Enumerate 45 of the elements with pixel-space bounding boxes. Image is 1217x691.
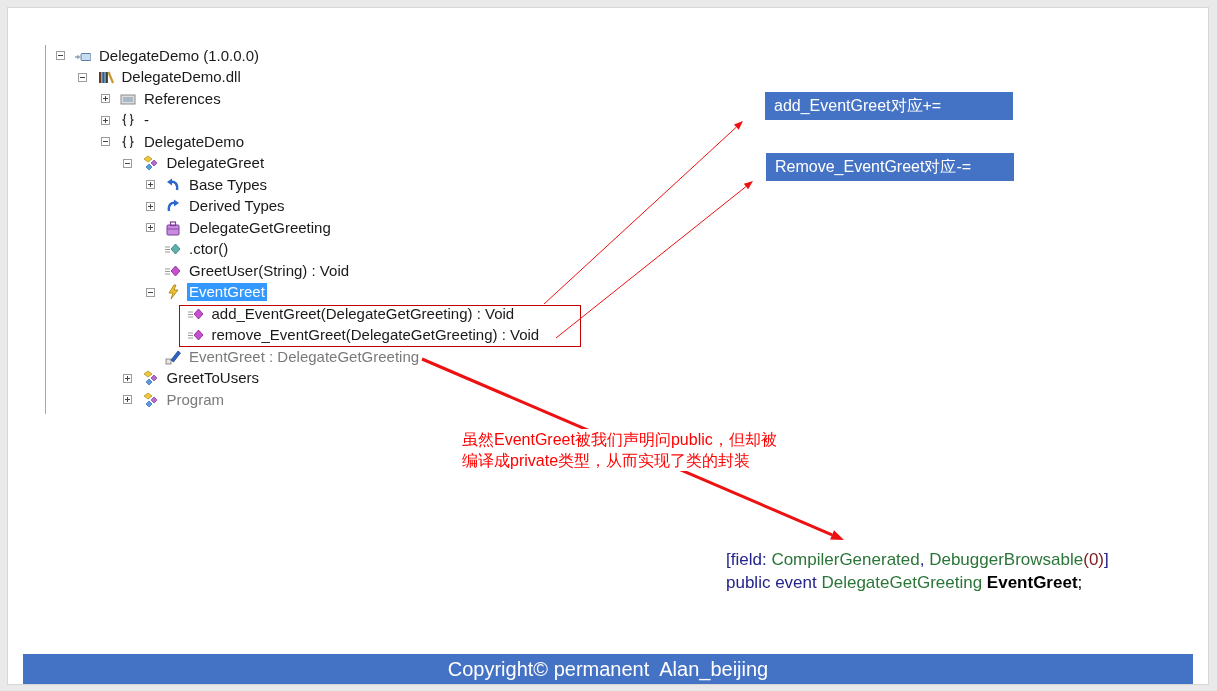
tree-item[interactable]: add_EventGreet(DelegateGetGreeting) : Void — [209, 304, 517, 323]
pencil-icon — [165, 348, 181, 365]
tree-item[interactable]: DelegateDemo.dll — [119, 68, 243, 87]
tree-expander[interactable] — [123, 373, 132, 383]
tree-item[interactable]: Program — [164, 390, 227, 409]
curved-arrow-icon — [165, 176, 181, 193]
annotation-text: 虽然EventGreet被我们声明问public，但却被 — [462, 429, 777, 450]
tree-item[interactable]: remove_EventGreet(DelegateGetGreeting) : Void — [209, 326, 542, 345]
tree-expander[interactable] — [100, 115, 110, 125]
class-icon — [142, 155, 159, 172]
code-line: [field: CompilerGenerated, DebuggerBrowsable(0)] — [726, 549, 1109, 571]
tree-item[interactable]: Derived Types — [187, 197, 287, 216]
tree-item[interactable]: GreetToUsers — [164, 369, 262, 388]
tree-item[interactable]: DelegateDemo — [142, 132, 247, 151]
tree-expander[interactable] — [123, 158, 132, 168]
tree-expander[interactable] — [100, 137, 110, 147]
tree-expander[interactable] — [145, 223, 155, 233]
tree-item[interactable]: EventGreet : DelegateGetGreeting — [187, 347, 422, 366]
tree-item[interactable]: .ctor() — [187, 240, 231, 259]
tree-item[interactable]: DelegateGetGreeting — [187, 218, 333, 237]
tree-expander[interactable] — [145, 201, 155, 211]
braces-icon — [120, 133, 136, 150]
tree-expander[interactable] — [55, 51, 65, 61]
tree-item[interactable]: References — [142, 89, 223, 108]
braces-icon — [120, 112, 136, 129]
tree-item[interactable]: DelegateDemo (1.0.0.0) — [97, 46, 262, 65]
tree-expander[interactable] — [123, 395, 132, 405]
callout: Remove_EventGreet对应-= — [766, 153, 1014, 181]
briefcase-icon — [165, 219, 181, 236]
tree-expander[interactable] — [78, 72, 87, 82]
tree-expander[interactable] — [100, 94, 110, 104]
annotation-text: 编译成private类型，从而实现了类的封装 — [462, 450, 751, 471]
tree-expander[interactable] — [145, 287, 155, 297]
tree-item[interactable]: GreetUser(String) : Void — [187, 261, 352, 280]
copyright-text: Copyright© permanent Alan_beijing — [447, 657, 769, 681]
tree-item[interactable]: DelegateGreet — [164, 154, 267, 173]
class-icon — [142, 391, 159, 408]
code-line: public event DelegateGetGreeting EventGreet; — [726, 572, 1083, 594]
tree-expander[interactable] — [145, 180, 155, 190]
lightning-icon — [165, 284, 181, 301]
tree-item[interactable]: - — [142, 111, 151, 130]
books-icon — [97, 69, 114, 86]
class-icon — [142, 370, 159, 387]
tree-item[interactable]: Base Types — [187, 175, 270, 194]
callout: add_EventGreet对应+= — [765, 92, 1013, 120]
